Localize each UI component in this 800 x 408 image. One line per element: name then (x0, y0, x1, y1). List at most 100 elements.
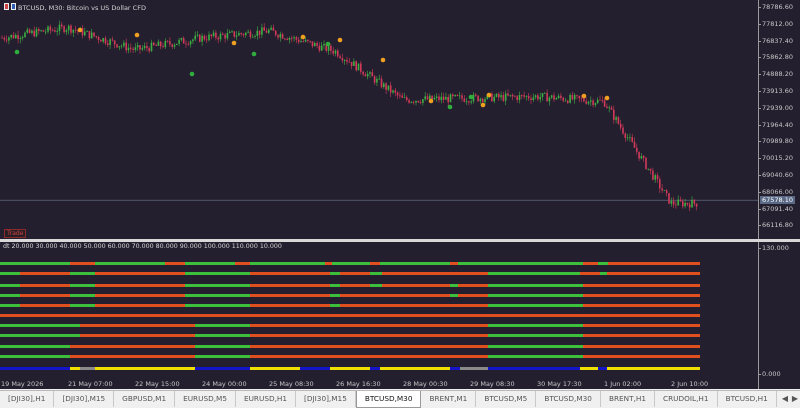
flag-icon (11, 3, 16, 10)
candle (610, 105, 613, 110)
candle (311, 41, 314, 49)
candle (291, 35, 293, 43)
candle (442, 92, 445, 103)
price-pane[interactable]: BTCUSD, M30: Bitcoin vs US Dollar CFD Tr… (0, 0, 758, 239)
candle (463, 95, 466, 103)
chart-tab[interactable]: EURUSD,H1 (236, 391, 297, 407)
candle (132, 46, 134, 54)
chart-tab[interactable]: BTCUSD,M30 (355, 391, 422, 408)
chart-tab[interactable]: [DJI30],M15 (54, 391, 115, 407)
candle (127, 43, 130, 54)
chart-tab[interactable]: BRENT,H1 (601, 391, 656, 407)
strip-segment (0, 262, 70, 265)
candle (378, 74, 380, 80)
strip-segment (185, 272, 250, 275)
indicator-scale[interactable]: 130.000 0.000 (758, 242, 800, 380)
candle (537, 93, 539, 102)
candle (210, 33, 213, 40)
candle (307, 39, 309, 43)
candle (624, 132, 627, 142)
strip-segment (580, 367, 598, 370)
candle (640, 153, 643, 160)
candle (385, 82, 387, 94)
candle (28, 28, 31, 34)
candle (288, 36, 291, 44)
candle (116, 43, 118, 49)
strip-segment (488, 324, 583, 327)
strip-segment (250, 304, 330, 307)
candle (143, 42, 146, 51)
price-scale[interactable]: 67578.10 78786.60 77812.00 76837.40 75862.8… (757, 0, 800, 239)
pane-separator[interactable] (0, 239, 800, 242)
candle (364, 72, 367, 77)
signal-strip (0, 262, 700, 265)
candle (93, 32, 95, 38)
candle (100, 39, 102, 42)
chart-tab[interactable]: BTCUSD,H1 (718, 391, 777, 407)
candle (70, 24, 72, 36)
candle (599, 95, 601, 101)
time-tick: 29 May 08:30 (470, 380, 515, 388)
candle (541, 92, 544, 101)
strip-segment (250, 334, 460, 337)
candle (31, 29, 33, 35)
candle (205, 35, 208, 44)
chart-tab[interactable]: [DJI30],M15 (296, 391, 356, 407)
strip-segment (598, 367, 607, 370)
candle (245, 31, 247, 38)
strip-segment (165, 262, 185, 265)
candle (461, 93, 463, 102)
strip-segment (0, 324, 80, 327)
strip-segment (250, 324, 488, 327)
candle (141, 45, 144, 52)
candle (339, 54, 341, 60)
chart-tab[interactable]: [DJI30],H1 (0, 391, 55, 407)
chart-tab[interactable]: BTCUSD,M5 (476, 391, 537, 407)
strip-segment (607, 367, 700, 370)
candle (534, 94, 537, 100)
candle (576, 94, 578, 100)
strip-segment (583, 355, 700, 358)
candle (468, 100, 470, 106)
candle (272, 24, 275, 31)
candle (380, 75, 383, 89)
candle (35, 26, 38, 38)
candle (392, 89, 394, 95)
trade-badge[interactable]: Trade (4, 229, 27, 238)
strip-segment (607, 272, 700, 275)
candle (530, 94, 532, 105)
price-chart-canvas (0, 20, 758, 212)
signal-marker (77, 27, 83, 33)
candle (509, 94, 512, 98)
candle (40, 29, 42, 33)
strip-segment (20, 304, 70, 307)
chart-tab[interactable]: GBPUSD,M1 (114, 391, 176, 407)
candle (224, 33, 226, 43)
candle (353, 58, 355, 67)
strip-segment (95, 294, 185, 297)
candle (410, 101, 413, 104)
price-tick: 74888.20 (757, 70, 794, 79)
candle (164, 38, 167, 49)
candle (84, 27, 86, 37)
candle (21, 35, 24, 41)
indicator-pane[interactable]: dt 20.000 30.000 40.000 50.000 60.000 70… (0, 242, 758, 380)
strip-segment (450, 355, 488, 358)
chart-window[interactable]: BTCUSD, M30: Bitcoin vs US Dollar CFD Tr… (0, 0, 758, 389)
signal-strip (0, 294, 700, 297)
chart-tab[interactable]: CRUDOIL,H1 (655, 391, 718, 407)
tab-scroll-right-icon[interactable]: ▶ (790, 391, 800, 407)
candle (268, 28, 270, 35)
chart-tab[interactable]: BTCUSD,M30 (536, 391, 601, 407)
chart-tab[interactable]: BRENT,M1 (421, 391, 477, 407)
candle (622, 124, 624, 136)
tab-scroll-left-icon[interactable]: ◀ (780, 391, 790, 407)
signal-marker (486, 92, 492, 98)
candle (38, 27, 40, 35)
strip-segment (250, 262, 325, 265)
indicator-title: dt 20.000 30.000 40.000 50.000 60.000 70… (3, 243, 282, 250)
candle (295, 36, 298, 44)
candle (495, 93, 498, 98)
chart-tab[interactable]: EURUSD,M5 (175, 391, 236, 407)
candle (118, 46, 121, 51)
